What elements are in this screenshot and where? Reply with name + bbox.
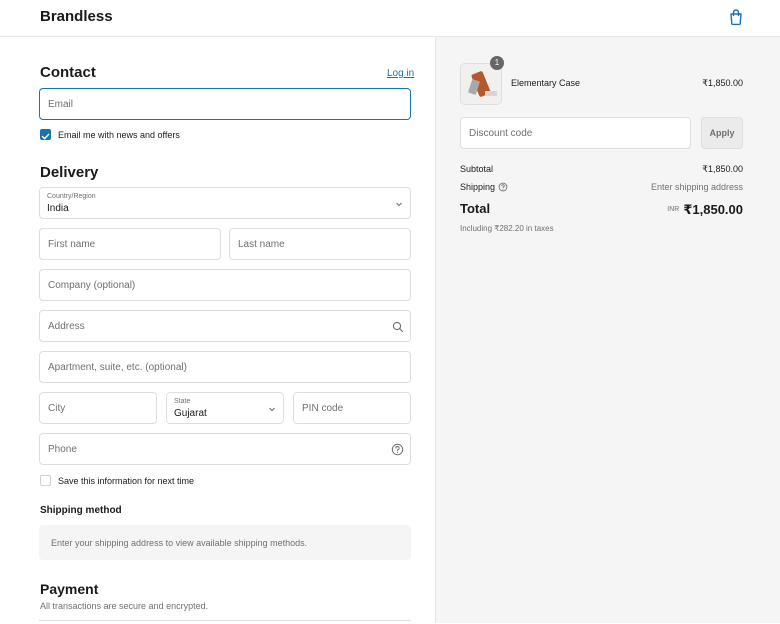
subtotal-label: Subtotal (460, 164, 494, 174)
email-input[interactable] (40, 89, 410, 119)
quantity-badge: 1 (490, 56, 504, 70)
city-field[interactable] (39, 392, 157, 424)
save-info-label: Save this information for next time (58, 476, 195, 486)
payment-heading: Payment (40, 581, 99, 597)
total-label: Total (460, 201, 491, 216)
payment-methods-box (39, 620, 411, 624)
pin-code-field[interactable] (293, 392, 411, 424)
phone-field[interactable] (39, 433, 411, 465)
header: Brandless (0, 0, 780, 37)
help-icon[interactable] (391, 443, 404, 456)
company-input[interactable] (40, 270, 410, 300)
shipping-method-notice: Enter your shipping address to view avai… (39, 525, 411, 560)
product-name: Elementary Case (511, 78, 581, 88)
payment-subtitle: All transactions are secure and encrypte… (40, 601, 209, 611)
info-icon[interactable] (498, 182, 508, 192)
shipping-method-heading: Shipping method (40, 505, 122, 516)
pin-code-input[interactable] (294, 393, 410, 423)
address-input[interactable] (40, 311, 410, 341)
product-image-icon (461, 64, 501, 104)
last-name-input[interactable] (230, 229, 410, 259)
discount-code-field[interactable] (460, 117, 691, 149)
brand-logo[interactable]: Brandless (40, 8, 113, 25)
phone-input[interactable] (40, 434, 410, 464)
country-select[interactable]: Country/Region India (39, 187, 411, 219)
total-amount: INR ₹1,850.00 (667, 201, 743, 219)
save-info-checkbox[interactable] (40, 475, 51, 486)
address-field[interactable] (39, 310, 411, 342)
state-select[interactable]: State Gujarat (166, 392, 284, 424)
chevron-down-icon (396, 202, 402, 207)
taxes-note: Including ₹282.20 in taxes (460, 224, 554, 233)
state-label: State (174, 398, 191, 405)
apply-discount-button[interactable]: Apply (701, 117, 743, 149)
chevron-down-icon (269, 407, 275, 412)
contact-heading: Contact (40, 64, 96, 81)
total-currency: INR (667, 206, 680, 214)
newsletter-checkbox[interactable] (40, 129, 51, 140)
total-value: ₹1,850.00 (683, 201, 743, 217)
state-value: Gujarat (174, 408, 207, 419)
checkmark-icon (41, 133, 50, 140)
company-field[interactable] (39, 269, 411, 301)
first-name-field[interactable] (39, 228, 221, 260)
country-label: Country/Region (47, 193, 96, 200)
shipping-method-note: Enter your shipping address to view avai… (51, 538, 308, 548)
shipping-value: Enter shipping address (650, 182, 743, 192)
delivery-heading: Delivery (40, 164, 99, 181)
order-summary-panel: 1 Elementary Case ₹1,850.00 Apply Subtot… (435, 37, 780, 623)
product-price: ₹1,850.00 (702, 78, 743, 88)
cart-button[interactable] (726, 7, 746, 27)
shopping-bag-icon (730, 9, 742, 26)
city-input[interactable] (40, 393, 156, 423)
apartment-field[interactable] (39, 351, 411, 383)
search-icon[interactable] (392, 321, 404, 333)
first-name-input[interactable] (40, 229, 220, 259)
shipping-label: Shipping (460, 182, 496, 192)
apartment-input[interactable] (40, 352, 410, 382)
login-link[interactable]: Log in (387, 68, 414, 79)
discount-code-input[interactable] (461, 118, 690, 148)
subtotal-value: ₹1,850.00 (702, 164, 743, 174)
last-name-field[interactable] (229, 228, 411, 260)
email-field[interactable] (39, 88, 411, 120)
newsletter-label: Email me with news and offers (58, 130, 180, 140)
country-value: India (47, 203, 69, 214)
